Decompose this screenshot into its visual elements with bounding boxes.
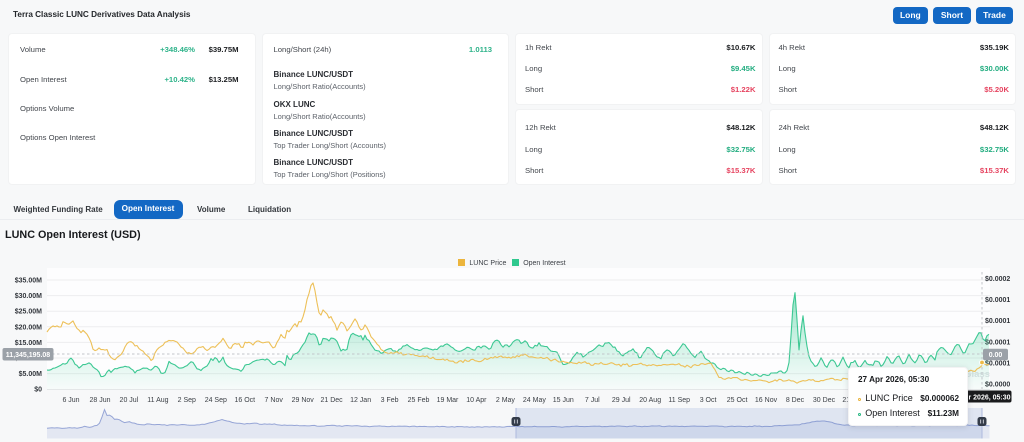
svg-text:6 Jun: 6 Jun <box>62 397 79 404</box>
svg-text:$20.00M: $20.00M <box>15 324 42 331</box>
svg-text:11 Sep: 11 Sep <box>668 397 690 404</box>
svg-text:21 Dec: 21 Dec <box>321 397 344 404</box>
svg-text:20 Jul: 20 Jul <box>120 397 139 404</box>
svg-text:$0.0002: $0.0002 <box>985 276 1010 283</box>
svg-text:12 Jan: 12 Jan <box>350 397 371 404</box>
svg-text:16 Nov: 16 Nov <box>755 397 778 404</box>
svg-text:10 Apr: 10 Apr <box>466 397 487 404</box>
svg-text:3 Feb: 3 Feb <box>381 397 399 404</box>
svg-text:11,345,195.08: 11,345,195.08 <box>6 352 50 359</box>
svg-text:25 Feb: 25 Feb <box>408 397 430 404</box>
svg-text:2 May: 2 May <box>496 397 516 404</box>
svg-text:30 Dec: 30 Dec <box>813 397 836 404</box>
svg-text:29 Jul: 29 Jul <box>612 397 631 404</box>
svg-text:25 Oct: 25 Oct <box>727 397 748 404</box>
svg-text:16 Oct: 16 Oct <box>234 397 255 404</box>
svg-text:2 Sep: 2 Sep <box>178 397 196 404</box>
svg-text:$0.0001: $0.0001 <box>985 318 1010 325</box>
svg-text:$15.00M: $15.00M <box>15 340 42 347</box>
svg-text:24 May: 24 May <box>523 397 546 404</box>
svg-text:19 Mar: 19 Mar <box>437 397 459 404</box>
svg-text:24 Sep: 24 Sep <box>205 397 227 404</box>
svg-text:$30.00M: $30.00M <box>15 293 42 300</box>
svg-text:8 Dec: 8 Dec <box>786 397 805 404</box>
svg-text:$35.00M: $35.00M <box>15 278 42 285</box>
svg-text:$5.00M: $5.00M <box>19 371 43 378</box>
svg-text:r 2026, 05:30: r 2026, 05:30 <box>969 394 1011 401</box>
svg-text:$0: $0 <box>34 387 42 394</box>
svg-text:20 Aug: 20 Aug <box>639 397 661 404</box>
svg-text:15 Jun: 15 Jun <box>553 397 574 404</box>
svg-text:11 Aug: 11 Aug <box>147 397 168 404</box>
svg-text:$25.00M: $25.00M <box>15 309 42 316</box>
svg-text:28 Jun: 28 Jun <box>89 397 110 404</box>
svg-text:$0.0001: $0.0001 <box>985 297 1010 304</box>
svg-text:7 Nov: 7 Nov <box>265 397 284 404</box>
svg-text:0.00: 0.00 <box>989 352 1003 359</box>
svg-text:29 Nov: 29 Nov <box>292 397 315 404</box>
svg-text:7 Jul: 7 Jul <box>585 397 600 404</box>
svg-text:3 Oct: 3 Oct <box>700 397 717 404</box>
